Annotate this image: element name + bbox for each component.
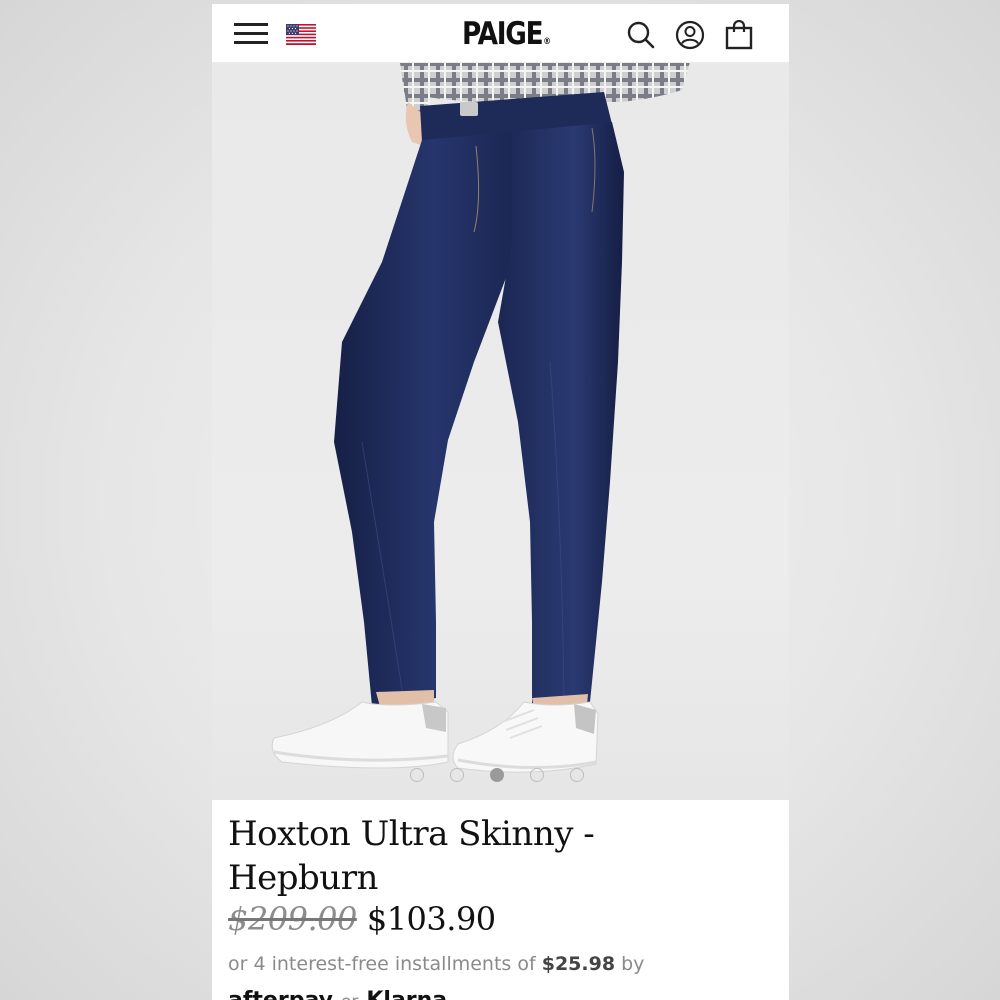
search-icon[interactable] [626,20,656,50]
product-title: Hoxton Ultra Skinny - Hepburn [228,814,595,898]
carousel-dot[interactable] [450,768,464,782]
shopping-bag-icon[interactable] [724,20,754,50]
installments-suffix: by [621,953,645,975]
product-image[interactable] [212,62,789,800]
logo-text: PAIGE [462,16,544,52]
carousel-dot[interactable] [570,768,584,782]
installments-prefix: or 4 interest-free installments of [228,953,536,975]
user-account-icon[interactable] [675,20,705,50]
pay-or-label: or [341,992,358,1000]
product-info: Hoxton Ultra Skinny - Hepburn $209.00 $10… [212,800,789,1000]
us-flag-icon[interactable] [286,24,316,45]
installments-text: or 4 interest-free installments of $25.9… [228,953,644,975]
installment-amount: $25.98 [541,953,616,975]
carousel-dots [410,768,590,784]
hamburger-menu-icon[interactable] [234,23,268,45]
brand-logo[interactable]: PAIGE® [462,16,551,52]
carousel-dot-active[interactable] [490,768,504,782]
jeans-model-illustration [271,62,690,773]
afterpay-logo[interactable]: afterpay [228,988,333,1000]
price-row: $209.00 $103.90 [228,900,496,944]
phone-screen: PAIGE® Hoxton Ultra Skinny - Hepburn $20… [212,4,789,1000]
carousel-dot[interactable] [530,768,544,782]
site-header: PAIGE® [212,4,789,63]
logo-mark: ® [543,37,551,47]
payment-providers: afterpay or Klarna. [228,988,456,1000]
carousel-dot[interactable] [410,768,424,782]
sale-price: $103.90 [366,900,496,938]
original-price: $209.00 [228,900,357,938]
klarna-logo[interactable]: Klarna. [366,988,455,1000]
